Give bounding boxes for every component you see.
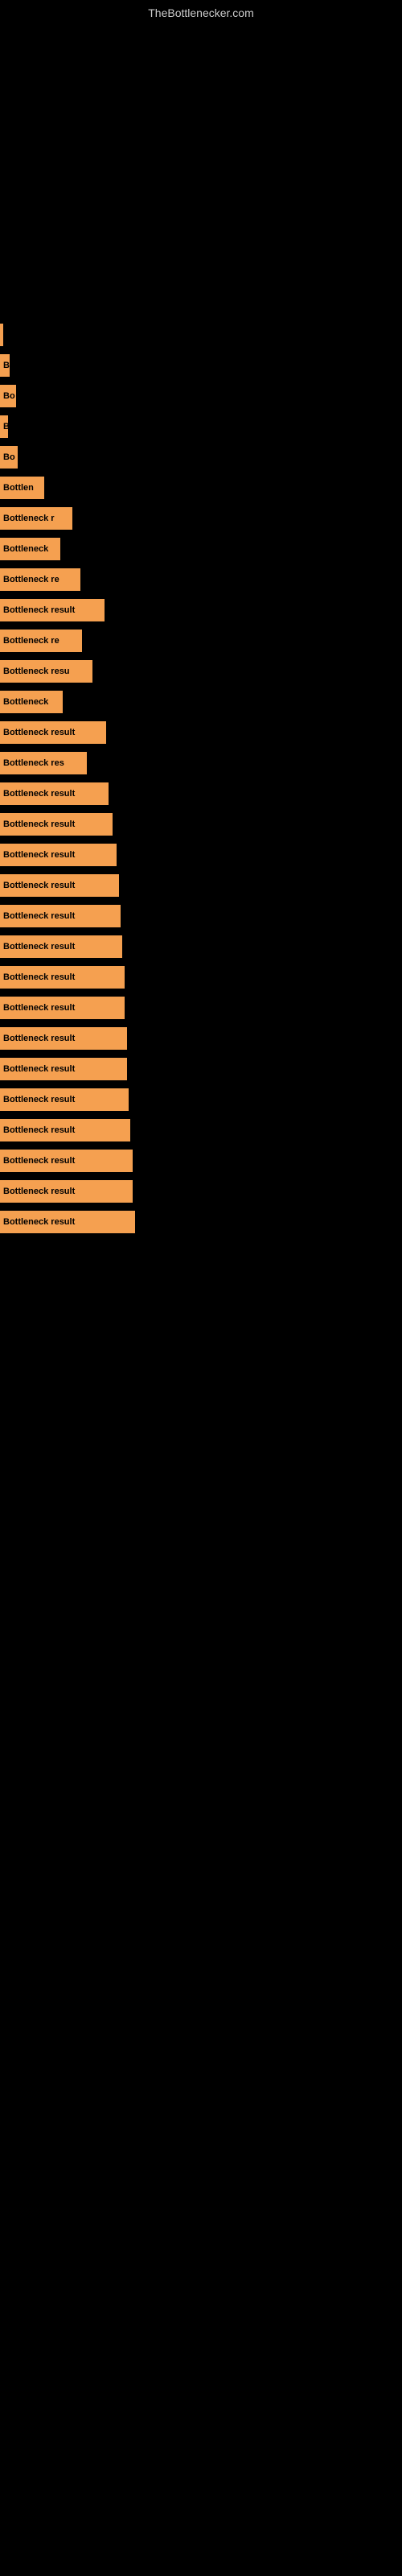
bottleneck-bar: Bottleneck result [0, 599, 105, 621]
bar-row: Bottleneck result [0, 873, 402, 898]
bottleneck-bar: Bottleneck result [0, 1180, 133, 1203]
bar-label: Bottleneck [3, 697, 48, 707]
bar-label: Bottleneck re [3, 575, 59, 584]
bottleneck-bar: Bo [0, 385, 16, 407]
bar-row: Bottleneck [0, 689, 402, 715]
bottleneck-bar [0, 324, 3, 346]
bar-label: Bottleneck result [3, 1125, 75, 1135]
bottleneck-bar: Bottleneck result [0, 935, 122, 958]
bottleneck-bar: Bottleneck result [0, 1119, 130, 1141]
bar-label: Bottleneck result [3, 1095, 75, 1104]
bottleneck-bar: Bottleneck result [0, 997, 125, 1019]
bottleneck-bar: B [0, 415, 8, 438]
bar-row: Bottleneck result [0, 720, 402, 745]
bottleneck-bar: Bottleneck r [0, 507, 72, 530]
bottleneck-bar: Bottleneck re [0, 568, 80, 591]
bars-container: B Bo B Bo Bottlen Bottleneck r Bottleneck Bottl… [0, 322, 402, 1240]
bottleneck-bar: Bo [0, 446, 18, 469]
bar-label: Bottleneck result [3, 1034, 75, 1043]
bottleneck-bar: Bottleneck res [0, 752, 87, 774]
bar-label: Bo [3, 391, 15, 401]
bar-row: Bottleneck result [0, 995, 402, 1021]
bar-label: Bottleneck result [3, 850, 75, 860]
bar-row: Bottleneck result [0, 964, 402, 990]
bar-row: Bottleneck result [0, 1087, 402, 1113]
bar-label: B [3, 361, 10, 370]
bar-row: Bottleneck result [0, 1056, 402, 1082]
bottleneck-bar: Bottleneck result [0, 1211, 135, 1233]
bar-label: Bottleneck result [3, 942, 75, 952]
bar-row: Bottleneck result [0, 1148, 402, 1174]
bottleneck-bar: Bottleneck [0, 691, 63, 713]
bottleneck-bar: B [0, 354, 10, 377]
bar-label: Bottleneck result [3, 972, 75, 982]
bar-row: Bottleneck res [0, 750, 402, 776]
bar-row: Bo [0, 444, 402, 470]
bar-label: Bottleneck res [3, 758, 64, 768]
bar-row: Bottleneck result [0, 903, 402, 929]
bar-row: Bottleneck resu [0, 658, 402, 684]
bottleneck-bar: Bottleneck result [0, 966, 125, 989]
bottleneck-bar: Bottleneck re [0, 630, 82, 652]
bar-label: Bottleneck result [3, 881, 75, 890]
bar-label: Bottleneck r [3, 514, 55, 523]
bar-label: Bottleneck result [3, 789, 75, 799]
bar-row: Bottleneck [0, 536, 402, 562]
bottleneck-bar: Bottleneck result [0, 1058, 127, 1080]
bar-label: Bottleneck result [3, 728, 75, 737]
bottleneck-bar: Bottleneck result [0, 1088, 129, 1111]
bar-row: Bottleneck r [0, 506, 402, 531]
bar-row: Bo [0, 383, 402, 409]
bar-row: Bottleneck re [0, 567, 402, 592]
bar-row: Bottleneck result [0, 1179, 402, 1204]
site-title: TheBottlenecker.com [148, 6, 254, 19]
bar-label: Bottleneck resu [3, 667, 70, 676]
bottleneck-bar: Bottleneck result [0, 1150, 133, 1172]
bottleneck-bar: Bottleneck result [0, 844, 117, 866]
bottleneck-bar: Bottleneck [0, 538, 60, 560]
bar-label: Bottleneck result [3, 1156, 75, 1166]
bar-label: Bottleneck result [3, 605, 75, 615]
bottleneck-bar: Bottleneck result [0, 721, 106, 744]
bar-label: Bottleneck [3, 544, 48, 554]
bar-label: Bo [3, 452, 15, 462]
bar-row: B [0, 353, 402, 378]
bar-label: Bottleneck result [3, 1217, 75, 1227]
bar-row: Bottleneck result [0, 781, 402, 807]
bar-label: Bottleneck result [3, 911, 75, 921]
bar-label: B [3, 422, 8, 431]
bar-label: Bottleneck result [3, 1003, 75, 1013]
bar-row: B [0, 414, 402, 440]
bottleneck-bar: Bottleneck result [0, 1027, 127, 1050]
bar-row: Bottleneck re [0, 628, 402, 654]
bottleneck-bar: Bottleneck result [0, 782, 109, 805]
bar-row: Bottleneck result [0, 1026, 402, 1051]
bar-row: Bottleneck result [0, 934, 402, 960]
bottleneck-bar: Bottleneck result [0, 813, 113, 836]
bottleneck-bar: Bottleneck result [0, 874, 119, 897]
bar-row: Bottleneck result [0, 1209, 402, 1235]
bar-label: Bottlen [3, 483, 34, 493]
bar-label: Bottleneck re [3, 636, 59, 646]
bottleneck-bar: Bottlen [0, 477, 44, 499]
bar-label: Bottleneck result [3, 819, 75, 829]
bar-row: Bottleneck result [0, 1117, 402, 1143]
bar-row: Bottleneck result [0, 811, 402, 837]
bar-row: Bottlen [0, 475, 402, 501]
bar-row: Bottleneck result [0, 597, 402, 623]
bar-label: Bottleneck result [3, 1187, 75, 1196]
bar-label: Bottleneck result [3, 1064, 75, 1074]
bottleneck-bar: Bottleneck result [0, 905, 121, 927]
bar-row [0, 322, 402, 348]
bar-row: Bottleneck result [0, 842, 402, 868]
bottleneck-bar: Bottleneck resu [0, 660, 92, 683]
